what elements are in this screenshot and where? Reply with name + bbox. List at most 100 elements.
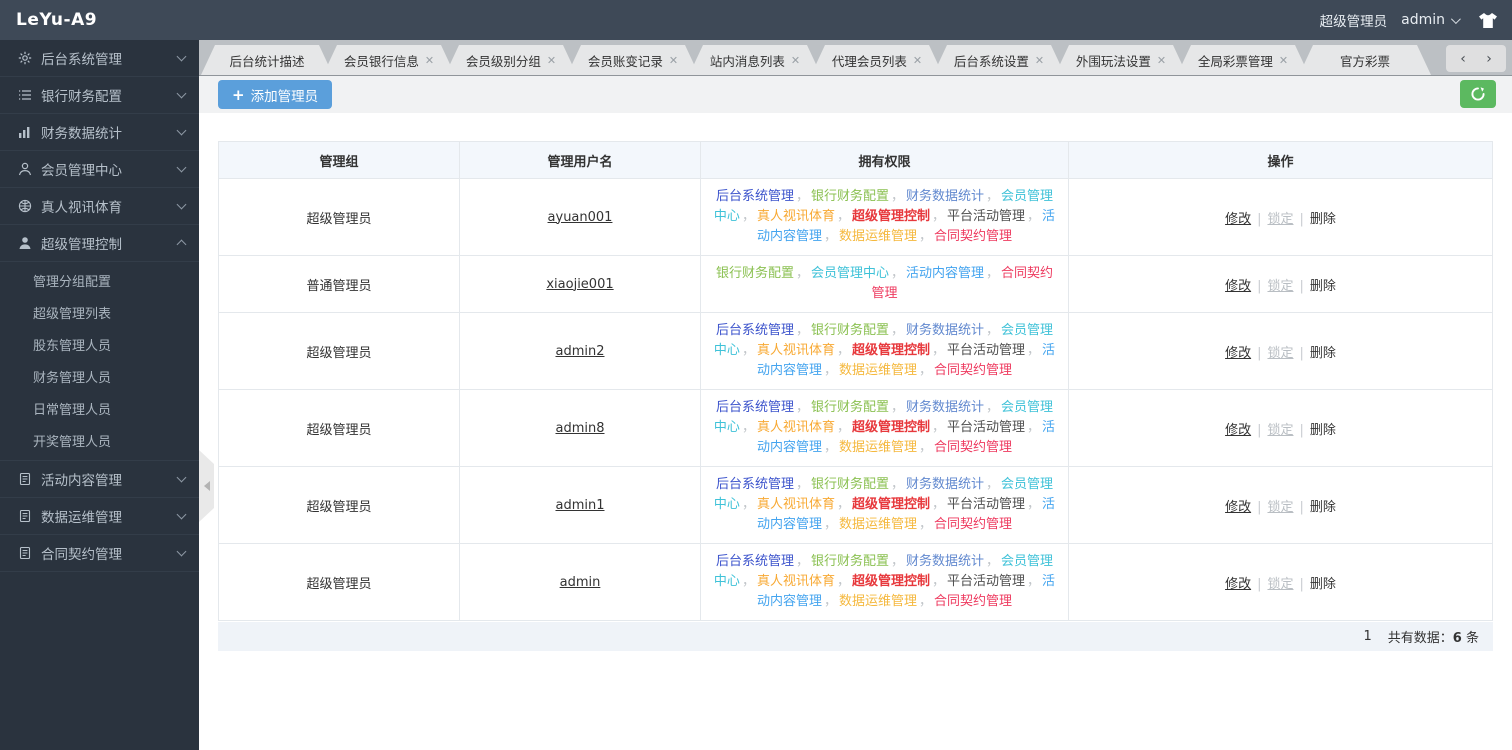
tab-scroll-right-button[interactable]: › bbox=[1478, 48, 1500, 70]
delete-link[interactable]: 删除 bbox=[1310, 212, 1336, 227]
close-icon[interactable]: ✕ bbox=[1279, 54, 1288, 67]
sidebar-subitem-0[interactable]: 管理分组配置 bbox=[0, 264, 199, 296]
permission-label: 超级管理控制 bbox=[851, 574, 930, 589]
close-icon[interactable]: ✕ bbox=[1157, 54, 1166, 67]
tab-2[interactable]: 会员级别分组 ✕ bbox=[445, 45, 577, 75]
comma-separator: ， bbox=[890, 323, 904, 338]
tab-4[interactable]: 站内消息列表 ✕ bbox=[689, 45, 821, 75]
comma-separator: ， bbox=[986, 189, 1000, 204]
cell-group: 普通管理员 bbox=[218, 255, 460, 313]
comma-separator: ， bbox=[795, 266, 809, 281]
cell-actions: 修改 | 锁定 | 删除 bbox=[1068, 312, 1493, 390]
delete-link[interactable]: 删除 bbox=[1310, 500, 1336, 515]
admin-table-container: 管理组 管理用户名 拥有权限 操作 超级管理员 ayuan001 后台系统管理，银行… bbox=[218, 141, 1493, 621]
chevron-down-icon bbox=[176, 472, 187, 483]
username-link[interactable]: admin8 bbox=[555, 421, 604, 436]
edit-link[interactable]: 修改 bbox=[1225, 346, 1251, 361]
permission-label: 平台活动管理 bbox=[947, 343, 1026, 358]
col-header-group: 管理组 bbox=[218, 141, 460, 179]
close-icon[interactable]: ✕ bbox=[669, 54, 678, 67]
sidebar-item-3[interactable]: 会员管理中心 bbox=[0, 151, 199, 188]
edit-link[interactable]: 修改 bbox=[1225, 423, 1251, 438]
sidebar-item-label: 超级管理控制 bbox=[41, 237, 122, 253]
tab-1[interactable]: 会员银行信息 ✕ bbox=[323, 45, 455, 75]
edit-link[interactable]: 修改 bbox=[1225, 279, 1251, 294]
username-link[interactable]: admin1 bbox=[555, 498, 604, 513]
comma-separator: ， bbox=[823, 363, 837, 378]
tab-6[interactable]: 后台系统设置 ✕ bbox=[933, 45, 1065, 75]
delete-link[interactable]: 删除 bbox=[1310, 279, 1336, 294]
lock-link[interactable]: 锁定 bbox=[1267, 577, 1293, 592]
sidebar-item-8[interactable]: 合同契约管理 bbox=[0, 535, 199, 572]
tab-8[interactable]: 全局彩票管理 ✕ bbox=[1177, 45, 1309, 75]
tab-7[interactable]: 外围玩法设置 ✕ bbox=[1055, 45, 1187, 75]
tab-9[interactable]: 官方彩票 bbox=[1299, 45, 1431, 75]
permission-label: 后台系统管理 bbox=[715, 554, 794, 569]
sidebar-item-5[interactable]: 超级管理控制 bbox=[0, 225, 199, 262]
lock-link[interactable]: 锁定 bbox=[1267, 212, 1293, 227]
close-icon[interactable]: ✕ bbox=[913, 54, 922, 67]
sidebar-item-4[interactable]: 真人视讯体育 bbox=[0, 188, 199, 225]
delete-link[interactable]: 删除 bbox=[1310, 577, 1336, 592]
comma-separator: ， bbox=[836, 497, 850, 512]
chevron-down-icon bbox=[176, 199, 187, 210]
delete-link[interactable]: 删除 bbox=[1310, 423, 1336, 438]
sidebar-item-1[interactable]: 银行财务配置 bbox=[0, 77, 199, 114]
chevron-down-icon bbox=[176, 546, 187, 557]
sidebar-item-label: 后台系统管理 bbox=[41, 52, 122, 68]
table-row: 普通管理员 xiaojie001 银行财务配置，会员管理中心，活动内容管理，合同契约… bbox=[218, 255, 1493, 313]
permission-label: 真人视讯体育 bbox=[756, 420, 835, 435]
add-admin-button[interactable]: + 添加管理员 bbox=[218, 80, 333, 109]
sidebar-item-0[interactable]: 后台系统管理 bbox=[0, 40, 199, 77]
cell-actions: 修改 | 锁定 | 删除 bbox=[1068, 178, 1493, 256]
comma-separator: ， bbox=[823, 440, 837, 455]
cell-username: admin2 bbox=[459, 312, 701, 390]
permission-label: 真人视讯体育 bbox=[756, 209, 835, 224]
sidebar-subitem-3[interactable]: 财务管理人员 bbox=[0, 360, 199, 392]
sidebar-item-6[interactable]: 活动内容管理 bbox=[0, 461, 199, 498]
edit-link[interactable]: 修改 bbox=[1225, 212, 1251, 227]
cell-actions: 修改 | 锁定 | 删除 bbox=[1068, 255, 1493, 313]
sidebar-item-7[interactable]: 数据运维管理 bbox=[0, 498, 199, 535]
lock-link[interactable]: 锁定 bbox=[1267, 500, 1293, 515]
close-icon[interactable]: ✕ bbox=[791, 54, 800, 67]
chevron-down-icon bbox=[176, 88, 187, 99]
sidebar-item-label: 会员管理中心 bbox=[41, 163, 122, 179]
edit-link[interactable]: 修改 bbox=[1225, 500, 1251, 515]
permission-label: 合同契约管理 bbox=[934, 594, 1013, 609]
sidebar-item-2[interactable]: 财务数据统计 bbox=[0, 114, 199, 151]
close-icon[interactable]: ✕ bbox=[1035, 54, 1044, 67]
permission-label: 财务数据统计 bbox=[906, 189, 985, 204]
edit-link[interactable]: 修改 bbox=[1225, 577, 1251, 592]
table-header-row: 管理组 管理用户名 拥有权限 操作 bbox=[218, 141, 1493, 179]
col-header-actions: 操作 bbox=[1068, 141, 1493, 179]
username-link[interactable]: admin bbox=[560, 575, 601, 590]
tab-scroll-controls: ‹ › bbox=[1446, 45, 1506, 72]
sidebar-subitem-4[interactable]: 日常管理人员 bbox=[0, 392, 199, 424]
sidebar-subitem-5[interactable]: 开奖管理人员 bbox=[0, 424, 199, 456]
cell-actions: 修改 | 锁定 | 删除 bbox=[1068, 466, 1493, 544]
username-link[interactable]: xiaojie001 bbox=[546, 277, 613, 292]
total-count-label: 共有数据：6 条 bbox=[1387, 631, 1479, 646]
sidebar-subitem-2[interactable]: 股东管理人员 bbox=[0, 328, 199, 360]
theme-skin-button[interactable] bbox=[1478, 12, 1498, 29]
permission-label: 后台系统管理 bbox=[715, 189, 794, 204]
delete-link[interactable]: 删除 bbox=[1310, 346, 1336, 361]
sidebar-subitem-1[interactable]: 超级管理列表 bbox=[0, 296, 199, 328]
username-link[interactable]: ayuan001 bbox=[548, 210, 613, 225]
tab-5[interactable]: 代理会员列表 ✕ bbox=[811, 45, 943, 75]
tab-0[interactable]: 后台统计描述 bbox=[201, 45, 333, 75]
lock-link[interactable]: 锁定 bbox=[1267, 346, 1293, 361]
lock-link[interactable]: 锁定 bbox=[1267, 279, 1293, 294]
tab-scroll-left-button[interactable]: ‹ bbox=[1452, 48, 1474, 70]
close-icon[interactable]: ✕ bbox=[547, 54, 556, 67]
user-menu[interactable]: admin bbox=[1401, 12, 1461, 28]
page-number[interactable]: 1 bbox=[1364, 629, 1372, 644]
refresh-button[interactable] bbox=[1460, 80, 1496, 108]
tab-3[interactable]: 会员账变记录 ✕ bbox=[567, 45, 699, 75]
chevron-down-icon bbox=[176, 162, 187, 173]
cell-username: ayuan001 bbox=[459, 178, 701, 256]
close-icon[interactable]: ✕ bbox=[425, 54, 434, 67]
username-link[interactable]: admin2 bbox=[555, 344, 604, 359]
lock-link[interactable]: 锁定 bbox=[1267, 423, 1293, 438]
